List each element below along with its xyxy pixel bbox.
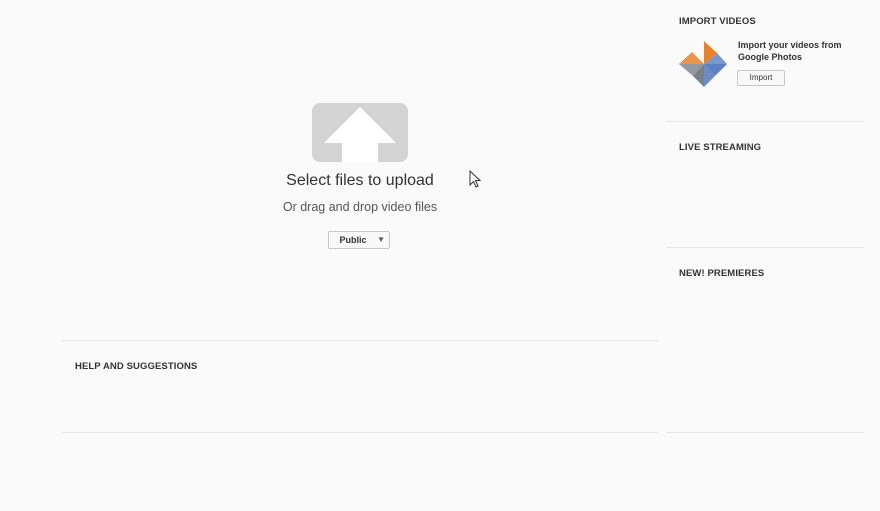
- import-videos-title: IMPORT VIDEOS: [679, 16, 756, 27]
- import-description: Import your videos from Google Photos: [738, 40, 842, 62]
- divider: [666, 247, 864, 248]
- import-button[interactable]: Import: [737, 70, 785, 86]
- divider: [666, 432, 864, 433]
- upload-arrow-icon[interactable]: [312, 103, 408, 162]
- select-files-link[interactable]: Select files to upload: [62, 172, 658, 190]
- premieres-title: NEW! PREMIERES: [679, 268, 765, 279]
- live-streaming-title: LIVE STREAMING: [679, 142, 762, 153]
- privacy-dropdown[interactable]: Public ▼: [328, 231, 390, 249]
- google-photos-icon: [679, 39, 729, 94]
- divider: [666, 121, 864, 122]
- privacy-value: Public: [339, 235, 367, 245]
- drag-drop-hint: Or drag and drop video files: [282, 200, 438, 214]
- mouse-cursor-icon: [469, 169, 482, 193]
- help-section-title: HELP AND SUGGESTIONS: [75, 361, 198, 372]
- upload-page: Select files to upload Or drag and drop …: [0, 0, 880, 511]
- divider: [62, 340, 658, 341]
- divider: [62, 432, 658, 433]
- upload-drop-zone[interactable]: Select files to upload Or drag and drop …: [62, 0, 658, 340]
- dropdown-arrow-icon: ▼: [377, 235, 385, 244]
